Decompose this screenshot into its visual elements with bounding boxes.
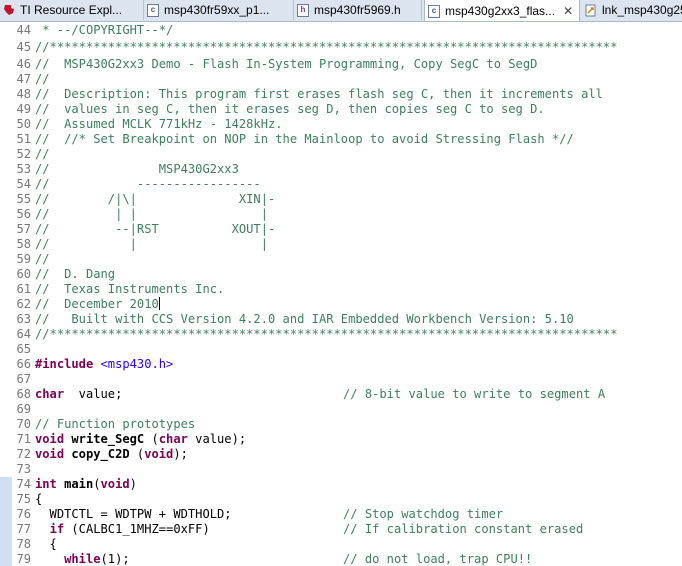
code-line: 59// [16, 252, 50, 266]
code-line: 50// Assumed MCLK 771kHz - 1428kHz. [16, 117, 283, 131]
c-file-icon: c [428, 4, 440, 18]
code-line: 57// --|RST XOUT|- [16, 222, 276, 236]
code-line: 58// | | [16, 237, 268, 251]
code-line: 78 { [16, 537, 57, 551]
code-line: 60// D. Dang [16, 267, 116, 281]
code-line: 63// Built with CCS Version 4.2.0 and IA… [16, 312, 574, 326]
code-line: 79 while(1);// do not load, trap CPU!! [16, 552, 533, 566]
code-line: 68 char value;// 8-bit value to write to … [16, 387, 606, 401]
tab-label: msp430g2xx3_flas... [445, 4, 556, 18]
close-icon[interactable]: ✕ [563, 4, 573, 18]
code-line: 62// December 2010 [16, 297, 160, 311]
code-line: 48// Description: This program first era… [16, 87, 603, 101]
code-line: 67 [16, 372, 31, 386]
tab-label: TI Resource Expl... [20, 3, 123, 17]
code-line: 53// MSP430G2xx3 [16, 162, 239, 176]
code-line: 49// values in seg C, then it erases seg… [16, 102, 545, 116]
tab-label: lnk_msp430g25 [602, 3, 682, 17]
tab-label: msp430fr5969.h [314, 3, 401, 17]
code-line: 70// Function prototypes [16, 417, 196, 431]
c-file-icon: c [147, 3, 159, 17]
ti-logo-icon [3, 4, 15, 16]
h-file-icon: h [297, 3, 309, 17]
tab-lnk-msp430g25[interactable]: lnk_msp430g25 [582, 0, 682, 20]
tab-label: msp430fr59xx_p1... [164, 3, 270, 17]
code-line: 75{ [16, 492, 43, 506]
code-line: 56// | | | [16, 207, 268, 221]
tab-msp430fr59xx-p1[interactable]: c msp430fr59xx_p1... [144, 0, 294, 20]
linker-file-icon [585, 4, 597, 17]
code-line: 55// /|\| XIN|- [16, 192, 276, 206]
code-line: 64//************************************… [16, 327, 618, 341]
code-line: 45//************************************… [16, 40, 618, 54]
code-line: 47// [16, 72, 50, 86]
code-line: 69 [16, 402, 31, 416]
code-line: 52// [16, 147, 50, 161]
tab-msp430g2xx3-flash[interactable]: c msp430g2xx3_flas... ✕ [424, 0, 580, 21]
code-line: 44 * --/COPYRIGHT--*/ [16, 23, 174, 37]
code-line: 74 int main(void) [16, 477, 137, 491]
code-line: 51// //* Set Breakpoint on NOP in the Ma… [16, 132, 574, 146]
code-editor[interactable]: 44 * --/COPYRIGHT--*/ 45//**************… [0, 22, 682, 566]
code-line: 66 #include <msp430.h> [16, 357, 174, 371]
code-line: 65 [16, 342, 31, 356]
code-line: 46// MSP430G2xx3 Demo - Flash In-System … [16, 57, 538, 71]
tab-msp430fr5969-h[interactable]: h msp430fr5969.h [294, 0, 422, 20]
code-line: 54// ----------------- [16, 177, 261, 191]
code-line: 72 void copy_C2D (void); [16, 447, 188, 461]
code-line: 61// Texas Instruments Inc. [16, 282, 225, 296]
code-line: 76 WDTCTL = WDTPW + WDTHOLD;// Stop watc… [16, 507, 504, 521]
editor-tab-bar: TI Resource Expl... c msp430fr59xx_p1...… [0, 0, 682, 22]
code-line: 71 void write_SegC (char value); [16, 432, 247, 446]
tab-ti-resource-explorer[interactable]: TI Resource Expl... [0, 0, 144, 20]
code-line: 73 [16, 462, 31, 476]
code-line: 77 if (CALBC1_1MHZ==0xFF)// If calibrati… [16, 522, 584, 536]
text-cursor [158, 297, 160, 310]
